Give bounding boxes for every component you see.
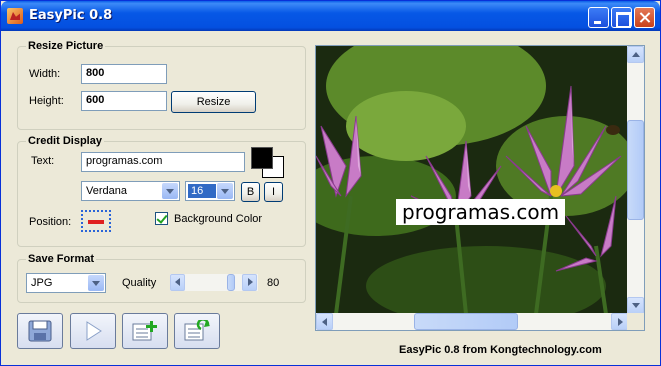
credit-text-input[interactable]: programas.com (81, 152, 245, 172)
quality-increase-button[interactable] (242, 274, 257, 291)
vertical-scroll-thumb[interactable] (627, 120, 644, 220)
add-to-list-button[interactable] (122, 313, 168, 349)
credit-group-title: Credit Display (26, 135, 104, 147)
height-label: Height: (29, 95, 64, 107)
horizontal-scrollbar[interactable] (316, 313, 628, 330)
position-label: Position: (29, 216, 72, 228)
scroll-down-button[interactable] (627, 297, 644, 314)
resize-group-title: Resize Picture (26, 40, 106, 52)
quality-value: 80 (267, 277, 280, 289)
scroll-up-button[interactable] (627, 46, 644, 63)
font-select-value: Verdana (86, 185, 127, 197)
image-preview[interactable]: programas.com (315, 45, 645, 331)
minimize-button[interactable] (588, 7, 609, 28)
scroll-right-button[interactable] (611, 313, 628, 330)
quality-slider-thumb[interactable] (227, 274, 235, 291)
format-select[interactable]: JPG (26, 273, 106, 293)
chevron-down-icon[interactable] (88, 275, 104, 291)
chevron-down-icon[interactable] (217, 183, 233, 199)
refresh-list-icon (184, 320, 210, 341)
app-window: EasyPic 0.8 Resize Picture Width: 800 He… (0, 0, 661, 366)
foreground-color-swatch-top[interactable] (251, 147, 273, 169)
save-icon (28, 320, 52, 342)
background-color-label: Background Color (174, 213, 263, 225)
window-title: EasyPic 0.8 (29, 8, 113, 23)
height-input[interactable]: 600 (81, 91, 167, 111)
quality-label: Quality (122, 277, 157, 289)
italic-button[interactable]: I (264, 182, 283, 202)
chevron-down-icon[interactable] (162, 183, 178, 199)
format-select-value: JPG (31, 277, 53, 289)
add-list-icon (132, 321, 157, 341)
width-input[interactable]: 800 (81, 64, 167, 84)
credit-overlay: programas.com (396, 199, 566, 225)
background-color-checkbox[interactable] (155, 212, 168, 225)
size-select[interactable]: 16 (185, 181, 235, 201)
font-select[interactable]: Verdana (81, 181, 180, 201)
quality-slider[interactable] (170, 274, 258, 291)
close-button[interactable] (634, 7, 655, 28)
maximize-button[interactable] (611, 7, 632, 28)
scroll-left-button[interactable] (316, 313, 333, 330)
save-button[interactable] (17, 313, 63, 349)
bold-button[interactable]: B (241, 182, 260, 202)
lotus-photo (316, 46, 628, 314)
horizontal-scroll-thumb[interactable] (414, 313, 518, 330)
position-picker[interactable] (81, 210, 111, 232)
quality-decrease-button[interactable] (170, 274, 185, 291)
scrollbar-corner (627, 313, 644, 330)
size-select-value: 16 (188, 184, 216, 198)
text-label: Text: (31, 155, 55, 167)
title-bar[interactable]: EasyPic 0.8 (1, 1, 660, 31)
vertical-scrollbar[interactable] (627, 46, 644, 314)
app-icon (7, 8, 23, 24)
refresh-list-button[interactable] (174, 313, 220, 349)
play-button[interactable] (70, 313, 116, 349)
footer-text: EasyPic 0.8 from Kongtechnology.com (399, 344, 602, 356)
play-icon (86, 321, 102, 341)
save-group-title: Save Format (26, 253, 97, 265)
width-label: Width: (29, 68, 61, 80)
position-marker (88, 220, 104, 224)
resize-button[interactable]: Resize (171, 91, 256, 113)
resize-group: Resize Picture (17, 40, 306, 130)
